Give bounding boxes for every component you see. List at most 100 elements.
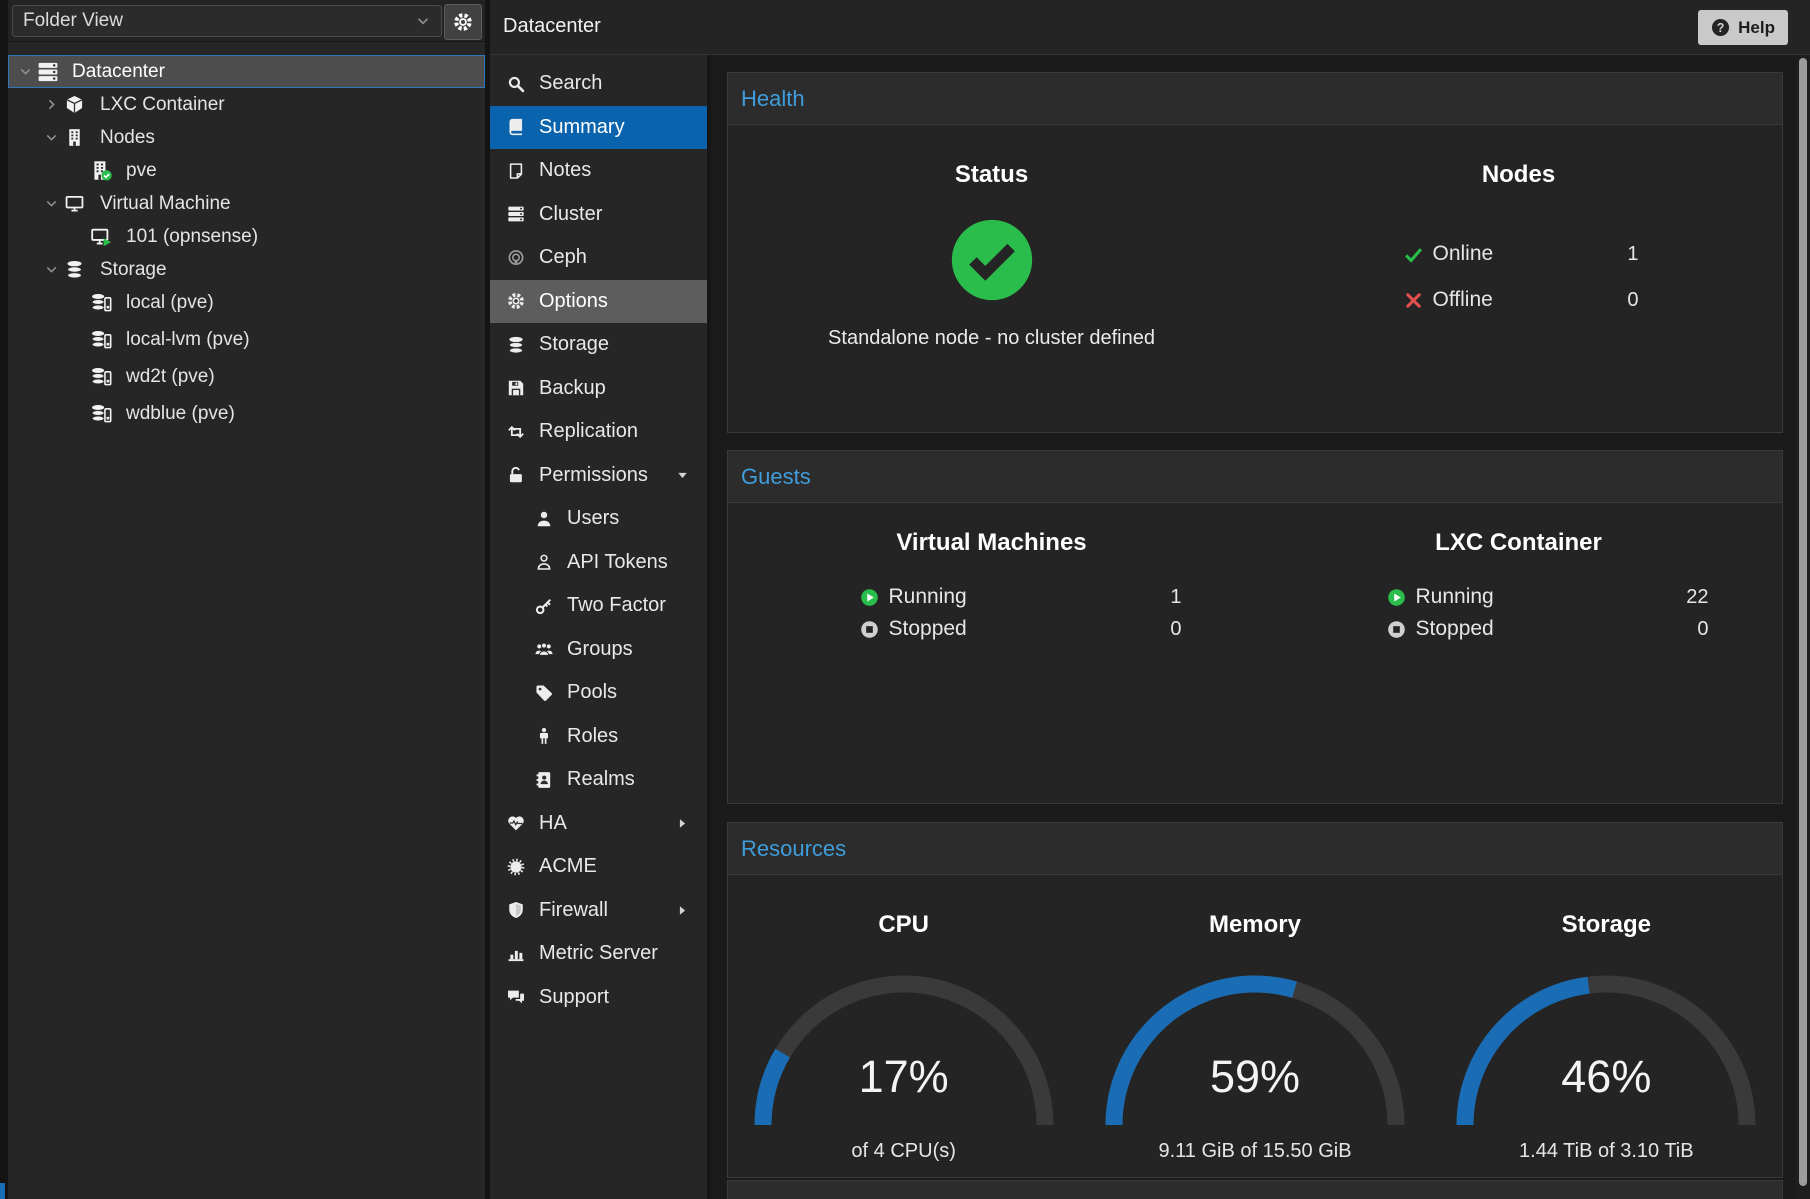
chevron-down-icon[interactable] bbox=[18, 64, 33, 79]
nav-item-metric-server[interactable]: Metric Server bbox=[490, 932, 707, 976]
tree-item-label: Datacenter bbox=[72, 61, 165, 83]
guests-panel-title: Guests bbox=[727, 450, 1783, 502]
resource-gauge-storage: Storage46%1.44 TiB of 3.10 TiB bbox=[1431, 875, 1782, 1177]
nav-item-ha[interactable]: HA bbox=[490, 802, 707, 846]
datacenter-icon bbox=[37, 61, 59, 83]
tree-item-wd2t-pve[interactable]: wd2t (pve) bbox=[8, 360, 485, 393]
tree-item-local-lvm-pve[interactable]: local-lvm (pve) bbox=[8, 323, 485, 356]
datacenter-nav-menu: SearchSummaryNotes Cluster Ceph Options Stor… bbox=[490, 55, 711, 1199]
ha-icon bbox=[507, 814, 525, 832]
chevron-down-icon[interactable] bbox=[44, 262, 59, 277]
vm-running-icon bbox=[91, 226, 112, 247]
help-button[interactable]: ? Help bbox=[1698, 10, 1788, 45]
cluster-icon bbox=[507, 205, 525, 223]
nav-item-label: Options bbox=[539, 290, 608, 313]
tree-item-virtual-machine[interactable]: Virtual Machine bbox=[8, 187, 485, 220]
vertical-scrollbar bbox=[1796, 55, 1810, 1199]
tree-item-wdblue-pve[interactable]: wdblue (pve) bbox=[8, 397, 485, 430]
support-icon bbox=[507, 988, 525, 1006]
tree-item-lxc-container[interactable]: LXC Container bbox=[8, 88, 485, 121]
gauge-percent: 46% bbox=[1455, 1051, 1757, 1103]
summary-content: Health Status Standalone node - no clust… bbox=[711, 55, 1810, 1199]
guest-status-label: Stopped bbox=[889, 617, 967, 641]
nav-item-users[interactable]: Users bbox=[490, 497, 707, 541]
guest-status-row-virtual-machines-running: Running1 bbox=[772, 581, 1212, 613]
tree-item-label: wdblue (pve) bbox=[126, 403, 235, 425]
nav-item-pools[interactable]: Pools bbox=[490, 671, 707, 715]
resource-gauge-cpu: CPU17%of 4 CPU(s) bbox=[728, 875, 1079, 1177]
replication-icon bbox=[507, 423, 525, 441]
resources-panel: Resources CPU17%of 4 CPU(s)Memory59%9.11… bbox=[727, 822, 1783, 1178]
nav-item-groups[interactable]: Groups bbox=[490, 628, 707, 672]
caret-down-icon bbox=[676, 469, 689, 482]
nav-item-options[interactable]: Options bbox=[490, 280, 707, 324]
stop-circle-icon bbox=[1387, 620, 1406, 639]
nav-item-two-factor[interactable]: Two Factor bbox=[490, 584, 707, 628]
tree-item-label: 101 (opnsense) bbox=[126, 226, 258, 248]
tree-item-101-opnsense[interactable]: 101 (opnsense) bbox=[8, 220, 485, 253]
vm-icon bbox=[65, 194, 84, 213]
chevron-right-icon[interactable] bbox=[44, 97, 59, 112]
nav-item-realms[interactable]: Realms bbox=[490, 758, 707, 802]
tree-item-storage[interactable]: Storage bbox=[8, 253, 485, 286]
nav-item-storage[interactable]: Storage bbox=[490, 323, 707, 367]
firewall-icon bbox=[507, 901, 525, 919]
nav-item-replication[interactable]: Replication bbox=[490, 410, 707, 454]
nav-item-support[interactable]: Support bbox=[490, 976, 707, 1020]
gauge-detail: 9.11 GiB of 15.50 GiB bbox=[1079, 1140, 1430, 1163]
nav-item-backup[interactable]: Backup bbox=[490, 367, 707, 411]
nav-item-roles[interactable]: Roles bbox=[490, 715, 707, 759]
storage-icon bbox=[507, 336, 525, 354]
stop-circle-icon bbox=[860, 620, 879, 639]
tree-item-label: LXC Container bbox=[100, 94, 225, 116]
guest-status-value: 0 bbox=[1170, 618, 1181, 641]
nav-item-search[interactable]: Search bbox=[490, 62, 707, 106]
node-status-row-offline: Offline0 bbox=[1309, 283, 1729, 317]
guest-status-row-lxc-container-running: Running22 bbox=[1299, 581, 1739, 613]
view-mode-select[interactable]: Folder View bbox=[12, 5, 442, 37]
guests-column-virtual-machines: Virtual Machines Running1 Stopped 0 bbox=[728, 503, 1255, 803]
next-section-header-partial bbox=[727, 1180, 1783, 1199]
metric-server-icon bbox=[507, 945, 525, 963]
tree-item-label: pve bbox=[126, 160, 157, 182]
api-token-icon bbox=[535, 553, 553, 571]
realms-icon bbox=[535, 771, 553, 789]
tree-item-datacenter[interactable]: Datacenter bbox=[8, 55, 485, 88]
nav-item-label: Users bbox=[567, 507, 619, 530]
nav-item-notes[interactable]: Notes bbox=[490, 149, 707, 193]
gauge-arc: 46% bbox=[1455, 975, 1757, 1126]
guest-status-row-virtual-machines-stopped: Stopped 0 bbox=[772, 613, 1212, 645]
nav-item-firewall[interactable]: Firewall bbox=[490, 889, 707, 933]
tree-item-nodes[interactable]: Nodes bbox=[8, 121, 485, 154]
resource-gauges: CPU17%of 4 CPU(s)Memory59%9.11 GiB of 15… bbox=[728, 875, 1782, 1177]
tree-item-local-pve[interactable]: local (pve) bbox=[8, 286, 485, 319]
nav-item-label: Cluster bbox=[539, 203, 602, 226]
gauge-arc: 17% bbox=[753, 975, 1055, 1126]
scrollbar-thumb[interactable] bbox=[1799, 58, 1807, 1186]
view-mode-value: Folder View bbox=[23, 10, 123, 32]
resource-gauge-memory: Memory59%9.11 GiB of 15.50 GiB bbox=[1079, 875, 1430, 1177]
storage-icon bbox=[65, 260, 84, 279]
tree-settings-button[interactable] bbox=[444, 4, 482, 40]
nav-item-acme[interactable]: ACME bbox=[490, 845, 707, 889]
nav-item-permissions[interactable]: Permissions bbox=[490, 454, 707, 498]
nav-item-label: Replication bbox=[539, 420, 638, 443]
tree-item-pve[interactable]: pve bbox=[8, 154, 485, 187]
help-circle-icon: ? bbox=[1711, 18, 1730, 37]
nav-item-ceph[interactable]: Ceph bbox=[490, 236, 707, 280]
nav-item-label: API Tokens bbox=[567, 551, 668, 574]
node-status-value: 0 bbox=[1627, 289, 1638, 312]
nav-item-summary[interactable]: Summary bbox=[490, 106, 707, 150]
options-icon bbox=[507, 292, 525, 310]
guest-status-label: Stopped bbox=[1416, 617, 1494, 641]
nav-item-label: Metric Server bbox=[539, 942, 658, 965]
nav-item-api-tokens[interactable]: API Tokens bbox=[490, 541, 707, 585]
chevron-down-icon[interactable] bbox=[44, 130, 59, 145]
nodes-heading: Nodes bbox=[1255, 161, 1782, 189]
gauge-percent: 59% bbox=[1104, 1051, 1406, 1103]
chevron-down-icon[interactable] bbox=[44, 196, 59, 211]
nav-item-label: Pools bbox=[567, 681, 617, 704]
nav-item-label: ACME bbox=[539, 855, 597, 878]
nav-item-cluster[interactable]: Cluster bbox=[490, 193, 707, 237]
guests-column-heading: Virtual Machines bbox=[728, 529, 1255, 557]
